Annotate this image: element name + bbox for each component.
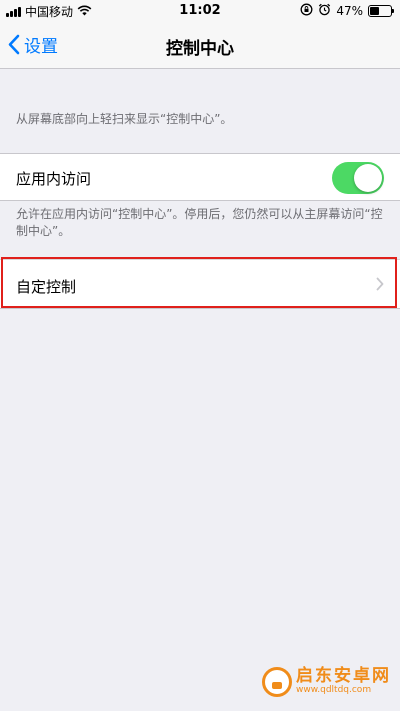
toggle-knob (354, 164, 382, 192)
status-bar-right: 47% (300, 3, 394, 19)
customize-controls-row[interactable]: 自定控制 (0, 259, 400, 309)
battery-percent: 47% (336, 4, 363, 18)
chevron-right-icon (376, 277, 384, 291)
alarm-icon (318, 3, 331, 19)
access-within-apps-row: 应用内访问 (0, 153, 400, 201)
navigation-bar: 设置 控制中心 (0, 22, 400, 69)
access-within-apps-toggle[interactable] (332, 162, 384, 194)
page-title: 控制中心 (166, 39, 234, 59)
watermark-title: 启东安卓网 (296, 666, 391, 687)
watermark-url: www.qdltdq.com (296, 685, 372, 696)
status-bar: 中国移动 11:02 47% (0, 0, 400, 22)
battery-fill (370, 7, 379, 15)
customize-controls-label: 自定控制 (16, 278, 77, 296)
battery-icon (368, 5, 394, 17)
watermark: 启东安卓网 www.qdltdq.com (262, 667, 391, 697)
swipe-hint: 从屏幕底部向上轻扫来显示“控制中心”。 (16, 112, 233, 126)
access-within-apps-label: 应用内访问 (16, 170, 92, 188)
watermark-logo-icon (262, 667, 292, 697)
access-hint: 允许在应用内访问“控制中心”。停用后，您仍然可以从主屏幕访问“控制中心”。 (16, 207, 383, 238)
watermark-text: 启东安卓网 www.qdltdq.com (296, 666, 391, 696)
rotation-lock-icon (300, 3, 313, 19)
